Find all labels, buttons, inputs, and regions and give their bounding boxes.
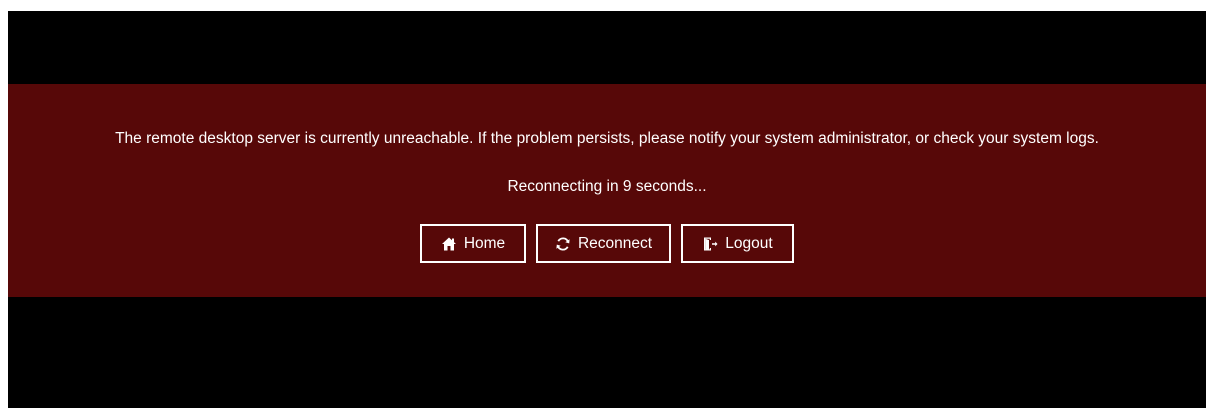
- home-button[interactable]: Home: [420, 224, 526, 263]
- action-buttons: Home Reconnect Logout: [8, 224, 1206, 263]
- reconnect-button-label: Reconnect: [577, 234, 653, 252]
- refresh-icon: [555, 236, 571, 252]
- reconnect-button[interactable]: Reconnect: [536, 224, 671, 263]
- remote-desktop-display: The remote desktop server is currently u…: [8, 11, 1206, 408]
- connection-error-banner: The remote desktop server is currently u…: [8, 84, 1206, 297]
- home-button-label: Home: [463, 234, 506, 252]
- home-icon: [441, 236, 457, 252]
- logout-button-label: Logout: [725, 234, 773, 252]
- logout-button[interactable]: Logout: [681, 224, 794, 263]
- reconnect-countdown: Reconnecting in 9 seconds...: [507, 178, 707, 195]
- logout-icon: [702, 236, 718, 252]
- error-message: The remote desktop server is currently u…: [115, 130, 1099, 147]
